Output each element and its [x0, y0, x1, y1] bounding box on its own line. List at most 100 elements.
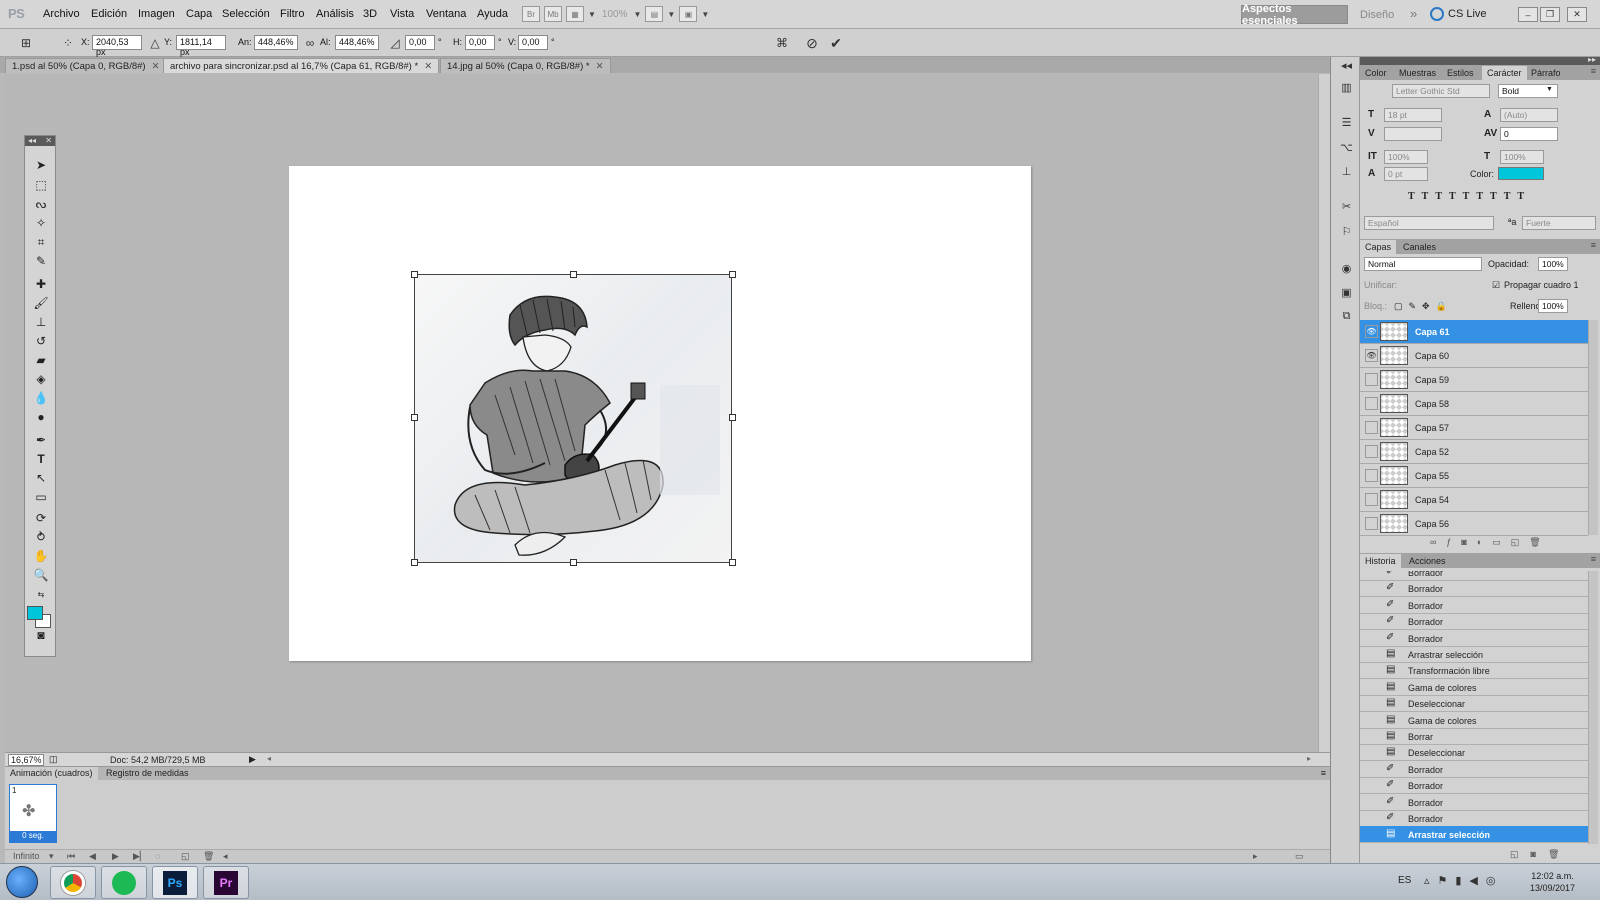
workspace-essentials-button[interactable]: Aspectos esenciales: [1241, 3, 1348, 27]
history-row[interactable]: ▤ Gama de colores: [1360, 712, 1588, 729]
play-icon[interactable]: ▶: [112, 851, 119, 862]
menu-ayuda[interactable]: Ayuda: [477, 8, 508, 20]
width-field[interactable]: 448,46%: [254, 35, 298, 50]
timeline-convert-icon[interactable]: ▭: [1295, 851, 1304, 862]
tab-actions[interactable]: Acciones: [1404, 554, 1451, 568]
cs-live-icon[interactable]: [1430, 7, 1444, 21]
collapse-icon[interactable]: ▸▸: [1588, 55, 1596, 64]
tab-history[interactable]: Historia: [1360, 554, 1401, 568]
collapse-icon[interactable]: ◂◂: [1338, 57, 1355, 74]
histogram-icon[interactable]: ▥: [1338, 79, 1355, 96]
clone-source-icon[interactable]: ⊥: [1338, 163, 1355, 180]
minimize-icon[interactable]: –: [1518, 7, 1538, 22]
status-menu-icon[interactable]: ◫: [49, 754, 58, 765]
history-row[interactable]: ✐ Borrador: [1360, 810, 1588, 827]
menu-capa[interactable]: Capa: [186, 8, 212, 20]
menu-vista[interactable]: Vista: [390, 8, 414, 20]
transform-handle[interactable]: [729, 271, 736, 278]
tab-measurement-log[interactable]: Registro de medidas: [101, 767, 194, 781]
frame-delay[interactable]: 0 seg.: [10, 831, 56, 842]
transform-handle[interactable]: [411, 559, 418, 566]
blur-tool-icon[interactable]: 💧: [31, 389, 51, 407]
layer-row[interactable]: Capa 56: [1360, 512, 1588, 536]
cancel-transform-icon[interactable]: ⊘: [804, 35, 820, 51]
eye-icon[interactable]: 👁: [1365, 349, 1378, 362]
screen-mode-icon[interactable]: ▣: [679, 6, 698, 22]
tab-document-2[interactable]: archivo para sincronizar.psd al 16,7% (C…: [163, 58, 440, 73]
layer-row[interactable]: Capa 58: [1360, 392, 1588, 416]
transform-handle[interactable]: [411, 414, 418, 421]
visibility-toggle[interactable]: [1365, 445, 1378, 458]
blend-mode-dropdown[interactable]: Normal: [1364, 257, 1482, 271]
tab-character[interactable]: Carácter: [1482, 66, 1527, 80]
rectangle-tool-icon[interactable]: ▭: [31, 488, 51, 506]
propagate-checkbox[interactable]: ☑: [1492, 280, 1500, 291]
history-row[interactable]: ✐ Borrador: [1360, 630, 1588, 647]
path-selection-tool-icon[interactable]: ↖: [31, 469, 51, 487]
menu-archivo[interactable]: Archivo: [43, 8, 80, 20]
layers-footer-icons[interactable]: ∞ƒ◙◐▭◱🗑: [1430, 537, 1551, 548]
3d-icon[interactable]: ◉: [1338, 260, 1355, 277]
tracking-field[interactable]: 0: [1500, 127, 1558, 141]
premiere-icon[interactable]: Pr: [203, 866, 249, 899]
workspace-design-button[interactable]: Diseño: [1360, 9, 1394, 21]
close-icon[interactable]: ✕: [152, 61, 160, 72]
first-frame-icon[interactable]: ⏮: [67, 851, 75, 862]
foreground-color-swatch[interactable]: [27, 606, 43, 620]
warp-mode-icon[interactable]: ⌘: [774, 35, 790, 51]
history-row[interactable]: ✐ Borrador: [1360, 597, 1588, 614]
tab-animation[interactable]: Animación (cuadros): [5, 767, 98, 781]
previous-frame-icon[interactable]: ◀: [89, 851, 96, 862]
leading-field[interactable]: (Auto): [1500, 108, 1558, 122]
view-extras-icon[interactable]: ▦: [566, 6, 584, 22]
close-icon[interactable]: ✕: [1567, 7, 1587, 22]
restore-icon[interactable]: ❐: [1540, 7, 1560, 22]
start-button[interactable]: [6, 866, 38, 898]
chevron-down-icon[interactable]: ▼: [588, 10, 596, 19]
layers-scrollbar[interactable]: [1588, 320, 1598, 535]
tool-preset-icon[interactable]: ⊞: [18, 35, 34, 51]
font-family-dropdown[interactable]: Letter Gothic Std: [1392, 84, 1490, 98]
menu-3d[interactable]: 3D: [363, 8, 377, 20]
history-row[interactable]: ▤ Deseleccionar: [1360, 744, 1588, 762]
menu-filtro[interactable]: Filtro: [280, 8, 304, 20]
history-footer-icons[interactable]: ◱◙🗑: [1510, 849, 1571, 860]
commit-transform-icon[interactable]: ✔: [828, 35, 844, 51]
history-row[interactable]: ✐ Borrador: [1360, 761, 1588, 778]
chevron-down-icon[interactable]: ▼: [667, 10, 675, 19]
history-row[interactable]: ▤ Arrastrar selección: [1360, 646, 1588, 663]
3d-rotate-tool-icon[interactable]: ⟳: [31, 509, 51, 527]
chrome-icon[interactable]: [50, 866, 96, 899]
height-field[interactable]: 448,46%: [335, 35, 379, 50]
3d-orbit-tool-icon[interactable]: ⥁: [31, 528, 51, 546]
swap-colors-icon[interactable]: ⇆: [31, 585, 51, 603]
panel-menu-icon[interactable]: ≡: [1321, 768, 1326, 778]
quick-mask-icon[interactable]: ◙: [31, 626, 51, 644]
close-icon[interactable]: ✕: [424, 61, 432, 72]
transform-handle[interactable]: [570, 271, 577, 278]
history-row[interactable]: ✐ Borrador: [1360, 613, 1588, 631]
transform-handle[interactable]: [729, 414, 736, 421]
history-row[interactable]: ✐ Borrador: [1360, 794, 1588, 811]
dodge-tool-icon[interactable]: ●: [31, 408, 51, 426]
font-size-field[interactable]: 18 pt: [1384, 108, 1442, 122]
healing-brush-tool-icon[interactable]: ✚: [31, 275, 51, 293]
layer-row[interactable]: Capa 54: [1360, 488, 1588, 512]
fill-field[interactable]: 100%: [1538, 299, 1568, 313]
layer-row[interactable]: Capa 55: [1360, 464, 1588, 488]
panel-menu-icon[interactable]: ≡: [1591, 554, 1596, 564]
vertical-scale-field[interactable]: 100%: [1384, 150, 1428, 164]
play-arrow-icon[interactable]: ▶: [249, 754, 256, 765]
scroll-left-icon[interactable]: ◂: [223, 851, 228, 862]
menu-imagen[interactable]: Imagen: [138, 8, 175, 20]
pen-tool-icon[interactable]: ✒: [31, 431, 51, 449]
paint-bucket-tool-icon[interactable]: ◈: [31, 370, 51, 388]
menu-analisis[interactable]: Análisis: [316, 8, 354, 20]
chevron-down-icon[interactable]: ▼: [701, 10, 709, 19]
tab-styles[interactable]: Estilos: [1442, 66, 1479, 80]
move-tool-icon[interactable]: ➤: [31, 156, 51, 174]
antialias-dropdown[interactable]: Fuerte: [1522, 216, 1596, 230]
close-icon[interactable]: ✕: [45, 136, 52, 146]
transform-handle[interactable]: [570, 559, 577, 566]
close-icon[interactable]: ✕: [596, 61, 604, 72]
